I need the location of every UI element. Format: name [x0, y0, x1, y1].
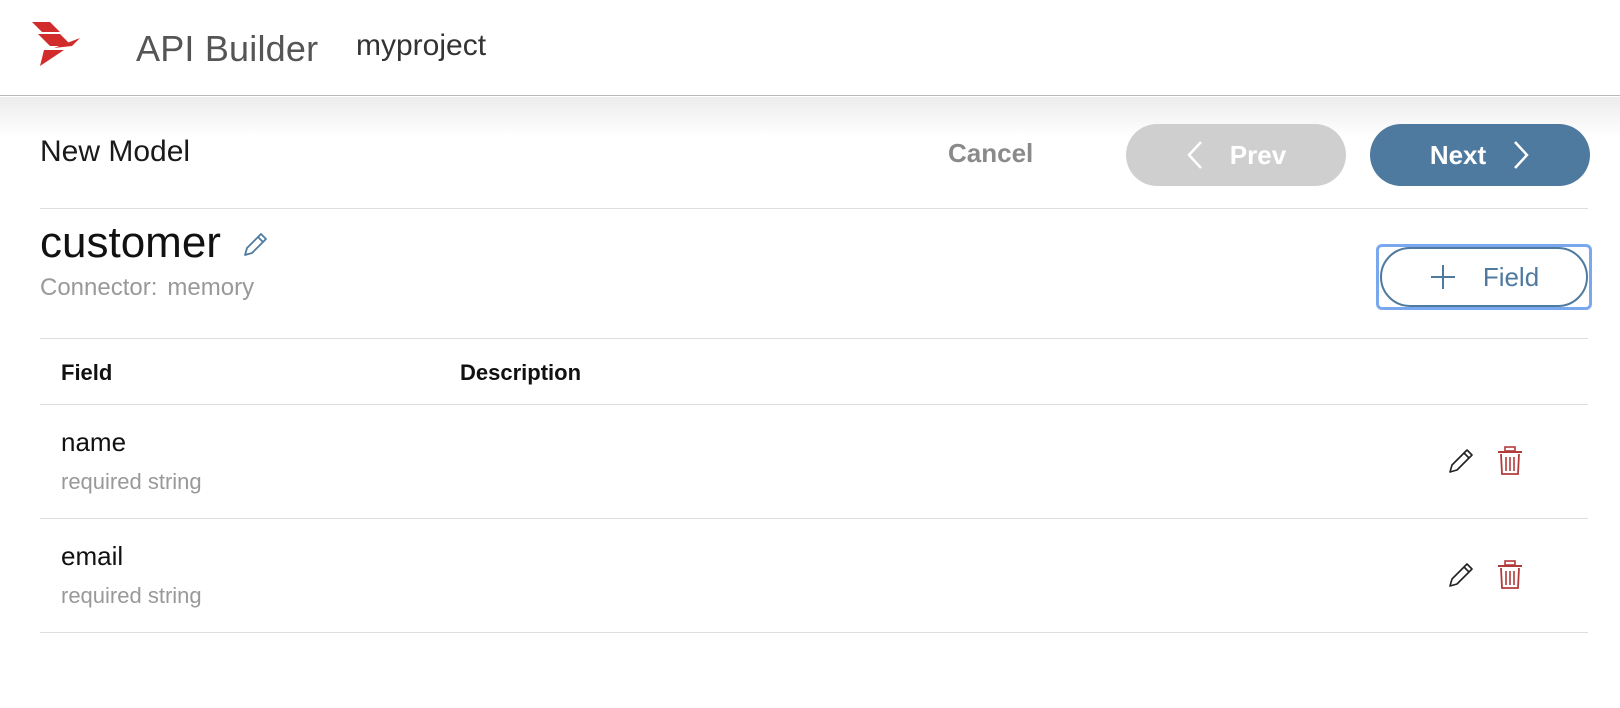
prev-button[interactable]: Prev	[1126, 124, 1346, 186]
axway-logo-icon[interactable]	[30, 20, 82, 68]
edit-icon[interactable]	[1446, 560, 1476, 590]
chevron-left-icon	[1187, 141, 1202, 169]
divider	[40, 518, 1588, 519]
divider	[40, 632, 1588, 633]
model-name: customer	[40, 218, 221, 267]
divider	[40, 404, 1588, 405]
prev-button-label: Prev	[1229, 139, 1287, 170]
app-header: API Builder myproject	[0, 0, 1620, 96]
project-name[interactable]: myproject	[356, 29, 486, 63]
add-field-button[interactable]: Field	[1380, 247, 1588, 307]
next-button-label: Next	[1429, 139, 1487, 170]
edit-icon[interactable]	[1446, 446, 1476, 476]
trash-icon[interactable]	[1497, 560, 1523, 590]
field-name: email	[61, 541, 124, 571]
cancel-button[interactable]: Cancel	[948, 138, 1033, 169]
chevron-right-icon	[1514, 141, 1529, 169]
field-type: required string	[61, 469, 202, 494]
divider	[40, 338, 1588, 339]
trash-icon[interactable]	[1497, 446, 1523, 476]
field-name: name	[61, 427, 127, 457]
connector-info: Connector: memory	[40, 274, 254, 302]
connector-value: memory	[167, 274, 255, 301]
app-title: API Builder	[136, 28, 319, 69]
field-type: required string	[61, 583, 202, 608]
connector-label: Connector:	[40, 274, 158, 301]
pencil-icon[interactable]	[240, 230, 270, 260]
column-header-field: Field	[61, 360, 113, 385]
divider	[40, 208, 1588, 209]
page-title: New Model	[40, 135, 191, 168]
header-shadow	[0, 97, 1620, 137]
next-button[interactable]: Next	[1370, 124, 1590, 186]
add-field-label: Field	[1482, 261, 1540, 292]
column-header-description: Description	[460, 360, 582, 385]
plus-icon	[1430, 265, 1455, 289]
